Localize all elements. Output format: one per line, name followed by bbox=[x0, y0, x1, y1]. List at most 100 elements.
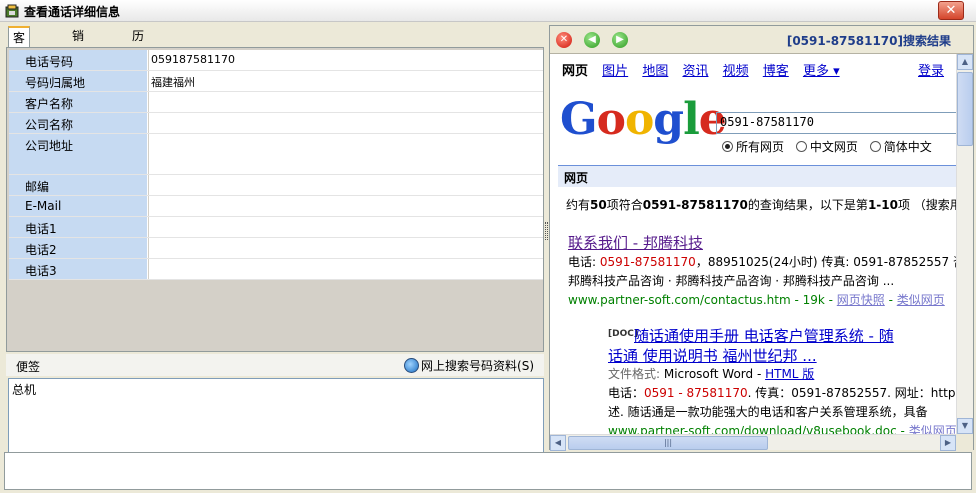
window-title: 查看通话详细信息 bbox=[24, 5, 121, 19]
result-2-snippet: 电话：0591 - 87581170. 传真：0591-87852557. 网址… bbox=[608, 384, 956, 401]
result-1-cache-link[interactable]: 网页快照 bbox=[837, 293, 885, 307]
radio-unchecked-icon bbox=[795, 141, 807, 152]
radio-chinese-pages[interactable]: 中文网页 bbox=[795, 140, 858, 154]
google-nav-maps[interactable]: 地图 bbox=[642, 64, 668, 79]
search-result-title: [0591-87581170]搜索结果 bbox=[786, 34, 951, 48]
phone1-field[interactable] bbox=[149, 217, 543, 237]
radio-label: 中文网页 bbox=[809, 140, 858, 154]
count-text: 的查询结果，以下是第 bbox=[747, 198, 868, 212]
tab-sales-records[interactable]: 销售记录 bbox=[68, 26, 88, 103]
stop-button[interactable]: ✕ bbox=[556, 32, 572, 48]
radio-simplified-chinese[interactable]: 简体中文 bbox=[869, 140, 932, 154]
result-2-similar-link[interactable]: 类似网页 bbox=[909, 424, 956, 434]
scroll-left-arrow-icon[interactable]: ◀ bbox=[550, 435, 566, 451]
grid-label: 电话2 bbox=[9, 238, 148, 258]
customer-info-panel: 电话号码 059187581170 号码归属地 福建福州 客户名称 公司名称 公… bbox=[6, 47, 544, 352]
result-url-text: www.partner-soft.com/download/v8usebook.… bbox=[608, 424, 909, 434]
snippet-text: ，88951025(24小时) 传真: 0591-87852557 咨询 bbox=[695, 255, 956, 269]
phone3-field[interactable] bbox=[149, 259, 543, 279]
forward-button[interactable]: ▶ bbox=[612, 32, 628, 48]
google-nav-video[interactable]: 视频 bbox=[723, 64, 749, 79]
result-2-format: 文件格式: Microsoft Word - HTML 版 bbox=[608, 365, 814, 382]
snippet-text: 电话： bbox=[608, 386, 645, 400]
google-nav-news[interactable]: 资讯 bbox=[682, 64, 708, 79]
grid-label: 号码归属地 bbox=[9, 71, 148, 91]
location-field[interactable]: 福建福州 bbox=[149, 71, 543, 91]
grid-label: 电话号码 bbox=[9, 50, 148, 70]
tab-call-history[interactable]: 历史通话 bbox=[128, 26, 148, 103]
google-logo[interactable]: Google bbox=[560, 94, 727, 145]
grid-row-phone: 电话号码 059187581170 bbox=[9, 50, 543, 71]
count-text: 约有 bbox=[566, 198, 591, 212]
scroll-up-arrow-icon[interactable]: ▲ bbox=[957, 54, 973, 70]
google-search-input[interactable]: 0591-87581170 bbox=[716, 112, 956, 134]
title-bar: 查看通话详细信息 ✕ bbox=[0, 0, 976, 22]
google-nav-blogs[interactable]: 博客 bbox=[763, 64, 789, 79]
count-number: 50 bbox=[590, 198, 607, 212]
vertical-scroll-thumb[interactable] bbox=[957, 72, 973, 146]
snippet-highlight: 0591-87581170 bbox=[599, 255, 696, 269]
count-query: 0591-87581170 bbox=[642, 198, 748, 212]
browser-pane: ✕ ◀ ▶ [0591-87581170]搜索结果 网页 图片 地图 资讯 视频… bbox=[549, 25, 974, 451]
back-button[interactable]: ◀ bbox=[584, 32, 600, 48]
grid-row-email: E-Mail bbox=[9, 196, 543, 217]
company-address-field[interactable] bbox=[149, 134, 543, 174]
result-1-title-link[interactable]: 联系我们 - 邦腾科技 bbox=[568, 232, 703, 253]
close-button[interactable]: ✕ bbox=[938, 1, 964, 20]
radio-checked-icon bbox=[722, 141, 733, 152]
web-search-link[interactable]: 网上搜索号码资料(S) bbox=[404, 357, 534, 374]
phone2-field[interactable] bbox=[149, 238, 543, 258]
result-1-similar-link[interactable]: 类似网页 bbox=[897, 293, 945, 307]
company-name-field[interactable] bbox=[149, 113, 543, 133]
grid-row-phone2: 电话2 bbox=[9, 238, 543, 259]
radio-label: 简体中文 bbox=[883, 140, 932, 154]
snippet-text: . 传真：0591-87852557. 网址：http: bbox=[747, 386, 956, 400]
grid-label: 公司地址 bbox=[9, 134, 148, 174]
results-section-bar: 网页 bbox=[558, 165, 956, 187]
grid-row-customer-name: 客户名称 bbox=[9, 92, 543, 113]
logo-letter: o bbox=[624, 94, 654, 145]
magnifier-icon bbox=[404, 358, 420, 373]
grid-label: 公司名称 bbox=[9, 113, 148, 133]
customer-name-field[interactable] bbox=[149, 92, 543, 112]
grid-label: 邮编 bbox=[9, 175, 148, 195]
result-2-title-link-line2[interactable]: 话通 使用说明书 福州世纪邦 ... bbox=[608, 345, 817, 366]
zip-code-field[interactable] bbox=[149, 175, 543, 195]
status-bar bbox=[4, 452, 972, 490]
grid-label: 电话1 bbox=[9, 217, 148, 237]
memo-label: 便签 bbox=[16, 360, 41, 374]
grid-row-company-address: 公司地址 bbox=[9, 134, 543, 175]
customer-info-grid: 电话号码 059187581170 号码归属地 福建福州 客户名称 公司名称 公… bbox=[9, 50, 543, 280]
count-text: 项 （搜索用 bbox=[897, 198, 956, 212]
browser-toolbar: ✕ ◀ ▶ [0591-87581170]搜索结果 bbox=[550, 26, 973, 54]
radio-all-pages[interactable]: 所有网页 bbox=[722, 140, 784, 154]
google-nav-more[interactable]: 更多 ▾ bbox=[803, 64, 840, 79]
phone-number-field[interactable]: 059187581170 bbox=[149, 50, 543, 70]
tab-customer-info[interactable]: 客户信息 bbox=[8, 26, 31, 105]
format-key: 文件格式: bbox=[608, 367, 664, 381]
grid-label: 电话3 bbox=[9, 259, 148, 279]
pane-splitter[interactable] bbox=[545, 222, 548, 240]
grid-label: E-Mail bbox=[9, 196, 148, 216]
email-field[interactable] bbox=[149, 196, 543, 216]
scroll-right-arrow-icon[interactable]: ▶ bbox=[940, 435, 956, 451]
horizontal-scroll-thumb[interactable]: ||| bbox=[568, 436, 768, 450]
phone-app-icon bbox=[5, 4, 19, 18]
web-search-label: 网上搜索号码资料(S) bbox=[421, 359, 534, 373]
result-2-title-link[interactable]: 随话通使用手册 电话客户管理系统 - 随 bbox=[634, 325, 894, 346]
scroll-down-arrow-icon[interactable]: ▼ bbox=[957, 418, 973, 434]
grid-row-phone1: 电话1 bbox=[9, 217, 543, 238]
logo-letter: o bbox=[596, 94, 626, 145]
browser-viewport: 网页 图片 地图 资讯 视频 博客 更多 ▾ 登录 Google 0591-87… bbox=[550, 54, 956, 434]
result-url-text: www.partner-soft.com/contactus.htm - 19k… bbox=[568, 293, 837, 307]
logo-letter: l bbox=[683, 94, 700, 145]
grid-label: 客户名称 bbox=[9, 92, 148, 112]
result-1-snippet: 电话: 0591-87581170，88951025(24小时) 传真: 059… bbox=[568, 253, 956, 270]
google-nav-images[interactable]: 图片 bbox=[602, 64, 628, 79]
google-language-options: 所有网页 中文网页 简体中文 bbox=[722, 138, 940, 155]
vertical-scrollbar[interactable]: ▲ ▼ bbox=[956, 54, 973, 434]
result-2-html-link[interactable]: HTML 版 bbox=[765, 367, 814, 381]
google-login-link[interactable]: 登录 bbox=[918, 60, 944, 79]
horizontal-scrollbar[interactable]: ◀ ||| ▶ bbox=[550, 434, 956, 451]
memo-toolbar: 便签 网上搜索号码资料(S) bbox=[6, 354, 544, 376]
